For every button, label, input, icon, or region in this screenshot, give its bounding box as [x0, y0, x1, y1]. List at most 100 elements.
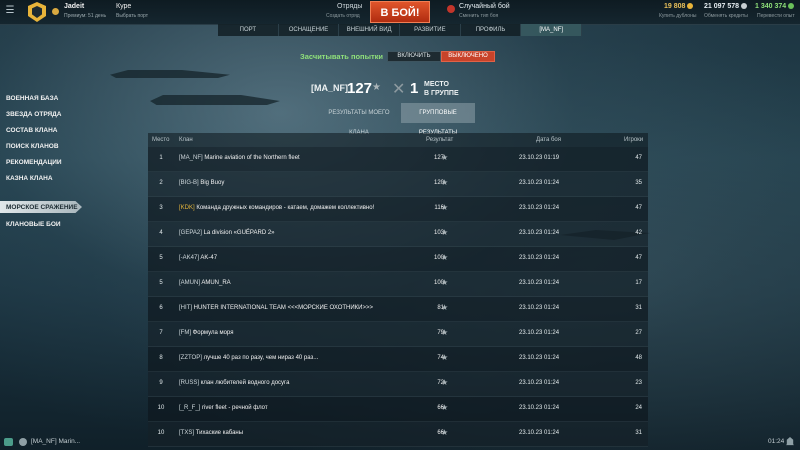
table-row[interactable]: 7 [FM] Формула моря 79 ★ 23.10.23 01:24 27 — [148, 322, 648, 347]
tab-profile[interactable]: ПРОФИЛЬ — [460, 24, 522, 36]
header-date[interactable]: Дата боя — [536, 137, 561, 143]
table-row[interactable]: 9 [RUSS] клан любителей водного досуга 72 ★… — [148, 372, 648, 397]
row-date: 23.10.23 01:24 — [519, 380, 560, 386]
table-row[interactable]: 8 [ZZTOP] лучше 40 раз по разу, чем нираз… — [148, 347, 648, 372]
doubloon-icon — [687, 3, 694, 10]
row-place: 7 — [159, 330, 163, 336]
header-clan[interactable]: Клан — [179, 137, 193, 143]
row-clan[interactable]: [AMUN] AMUN_RA — [179, 280, 231, 286]
row-clan[interactable]: [_R_F_] river fleet - речной флот — [179, 405, 268, 411]
row-clan-tag: [KDK] — [179, 205, 195, 211]
table-row[interactable]: 1 [MA_NF] Marine aviation of the Northern… — [148, 147, 648, 172]
table-row[interactable]: 10 [_R_F_] river fleet - речной флот 66 ★ 23… — [148, 397, 648, 422]
user-name[interactable]: Jadeit — [64, 3, 84, 10]
free-xp-balance[interactable]: 1 340 374 — [755, 3, 795, 10]
header-result[interactable]: Результат — [426, 137, 453, 143]
clan-chat-label[interactable]: [MA_NF] Marin... — [31, 438, 80, 445]
star-icon: ★ — [441, 253, 449, 262]
clock: 01:24 — [768, 438, 785, 445]
chat-icon[interactable] — [4, 438, 13, 446]
battle-mode-change[interactable]: Сменить тип боя — [459, 13, 498, 19]
sidebar-item-naval-battle[interactable]: МОРСКОЕ СРАЖЕНИЕ — [6, 204, 78, 211]
sidebar-item-military-base[interactable]: ВОЕННАЯ БАЗА — [6, 95, 58, 102]
row-players: 48 — [635, 355, 642, 361]
row-clan-name: Формула моря — [192, 330, 234, 336]
battle-mode-label[interactable]: Случайный бой — [459, 3, 510, 10]
table-row[interactable]: 5 [AMUN] AMUN_RA 100 ★ 23.10.23 01:24 17 — [148, 272, 648, 297]
row-clan[interactable]: [FM] Формула моря — [179, 330, 233, 336]
game-logo-icon[interactable] — [28, 2, 46, 22]
row-clan-name: AK-47 — [200, 255, 218, 261]
squad-label[interactable]: Отряды — [337, 3, 362, 10]
table-row[interactable]: 5 [-AK47] AK-47 100 ★ 23.10.23 01:24 47 — [148, 247, 648, 272]
row-clan[interactable]: [BIG-B] Big Buoy — [179, 180, 224, 186]
row-players: 47 — [635, 205, 642, 211]
row-clan[interactable]: [RUSS] клан любителей водного досуга — [179, 380, 289, 386]
tab-equipment[interactable]: ОСНАЩЕНИЕ — [278, 24, 340, 36]
battle-mode-icon[interactable] — [447, 5, 455, 13]
row-clan[interactable]: [KDK] Команда дружных командиров - катае… — [179, 205, 374, 211]
sidebar-item-clan-battles[interactable]: КЛАНОВЫЕ БОИ — [6, 221, 61, 228]
row-clan[interactable]: [HIT] HUNTER INTERNATIONAL TEAM <<<МОРСК… — [179, 305, 373, 311]
row-clan-name: Тихаские кабаны — [195, 430, 244, 436]
header-players[interactable]: Игроки — [624, 137, 643, 143]
row-clan[interactable]: [GEPA2] La division «GUÉPARD 2» — [179, 230, 275, 236]
table-row[interactable]: 6 [HIT] HUNTER INTERNATIONAL TEAM <<<МОРС… — [148, 297, 648, 322]
row-clan-name: Команда дружных командиров - катаем, дом… — [196, 205, 375, 211]
row-date: 23.10.23 01:24 — [519, 330, 560, 336]
table-row[interactable]: 10 [TXS] Тихаские кабаны 66 ★ 23.10.23 01:24… — [148, 422, 648, 447]
row-place: 8 — [159, 355, 163, 361]
star-icon: ★ — [441, 153, 449, 162]
count-attempts-label: Засчитывать попытки — [300, 52, 384, 61]
port-select-hint[interactable]: Выбрать порт — [116, 13, 148, 19]
sidebar-item-recommendations[interactable]: РЕКОМЕНДАЦИИ — [6, 159, 62, 166]
create-squad-link[interactable]: Создать отряд — [326, 13, 360, 19]
convert-xp-link[interactable]: Перевести опыт — [757, 13, 795, 19]
contacts-icon[interactable] — [19, 438, 27, 446]
row-clan[interactable]: [-AK47] AK-47 — [179, 255, 217, 261]
tab-appearance[interactable]: ВНЕШНИЙ ВИД — [339, 24, 401, 36]
row-clan-tag: [MA_NF] — [179, 155, 203, 161]
credits-value: 21 097 578 — [704, 3, 740, 10]
sidebar-item-squad-star[interactable]: ЗВЕЗДА ОТРЯДА — [6, 111, 62, 118]
header-place[interactable]: Место — [152, 137, 169, 143]
row-date: 23.10.23 01:24 — [519, 430, 560, 436]
menu-icon[interactable]: ☰ — [4, 5, 16, 17]
place-label: МЕСТО — [424, 81, 449, 88]
battle-button[interactable]: В БОЙ! — [370, 1, 430, 23]
disabled-button[interactable]: ВЫКЛЮЧЕНО — [441, 51, 495, 62]
row-date: 23.10.23 01:24 — [519, 180, 560, 186]
row-place: 3 — [159, 205, 163, 211]
table-row[interactable]: 3 [KDK] Команда дружных командиров - ката… — [148, 197, 648, 222]
row-players: 31 — [635, 305, 642, 311]
enable-button[interactable]: ВКЛЮЧИТЬ — [387, 51, 441, 62]
exchange-credits-link[interactable]: Обменять кредиты — [704, 13, 748, 19]
row-date: 23.10.23 01:24 — [519, 280, 560, 286]
row-clan[interactable]: [ZZTOP] лучше 40 раз по разу, чем нираз … — [179, 355, 318, 361]
sidebar-item-clan-search[interactable]: ПОИСК КЛАНОВ — [6, 143, 59, 150]
star-icon: ★ — [441, 328, 449, 337]
doubloons-value: 19 808 — [664, 3, 686, 10]
table-header: Место Клан Результат Дата боя Игроки — [148, 133, 648, 147]
credits-balance[interactable]: 21 097 578 — [704, 3, 748, 10]
row-place: 5 — [159, 255, 163, 261]
port-name[interactable]: Куре — [116, 3, 131, 10]
star-icon: ★ — [441, 203, 449, 212]
row-place: 4 — [159, 230, 163, 236]
tab-group-results[interactable]: ГРУППОВЫЕ РЕЗУЛЬТАТЫ — [401, 103, 475, 136]
sidebar-item-clan-treasury[interactable]: КАЗНА КЛАНА — [6, 175, 53, 182]
row-clan-tag: [FM] — [179, 330, 191, 336]
tab-my-clan-results[interactable]: РЕЗУЛЬТАТЫ МОЕГО КЛАНА — [318, 103, 400, 136]
tab-development[interactable]: РАЗВИТИЕ — [400, 24, 461, 36]
row-clan[interactable]: [MA_NF] Marine aviation of the Northern … — [179, 155, 300, 161]
sidebar-item-clan-members[interactable]: СОСТАВ КЛАНА — [6, 127, 58, 134]
doubloons-balance[interactable]: 19 808 — [664, 3, 694, 10]
tab-clan[interactable]: [MA_NF] — [521, 24, 583, 36]
buy-doubloons-link[interactable]: Купить дублоны — [659, 13, 696, 19]
row-clan[interactable]: [TXS] Тихаские кабаны — [179, 430, 243, 436]
row-players: 35 — [635, 180, 642, 186]
tab-port[interactable]: ПОРТ — [218, 24, 279, 36]
table-row[interactable]: 4 [GEPA2] La division «GUÉPARD 2» 103 ★ 23.1… — [148, 222, 648, 247]
table-row[interactable]: 2 [BIG-B] Big Buoy 120 ★ 23.10.23 01:24 35 — [148, 172, 648, 197]
row-clan-tag: [GEPA2] — [179, 230, 202, 236]
